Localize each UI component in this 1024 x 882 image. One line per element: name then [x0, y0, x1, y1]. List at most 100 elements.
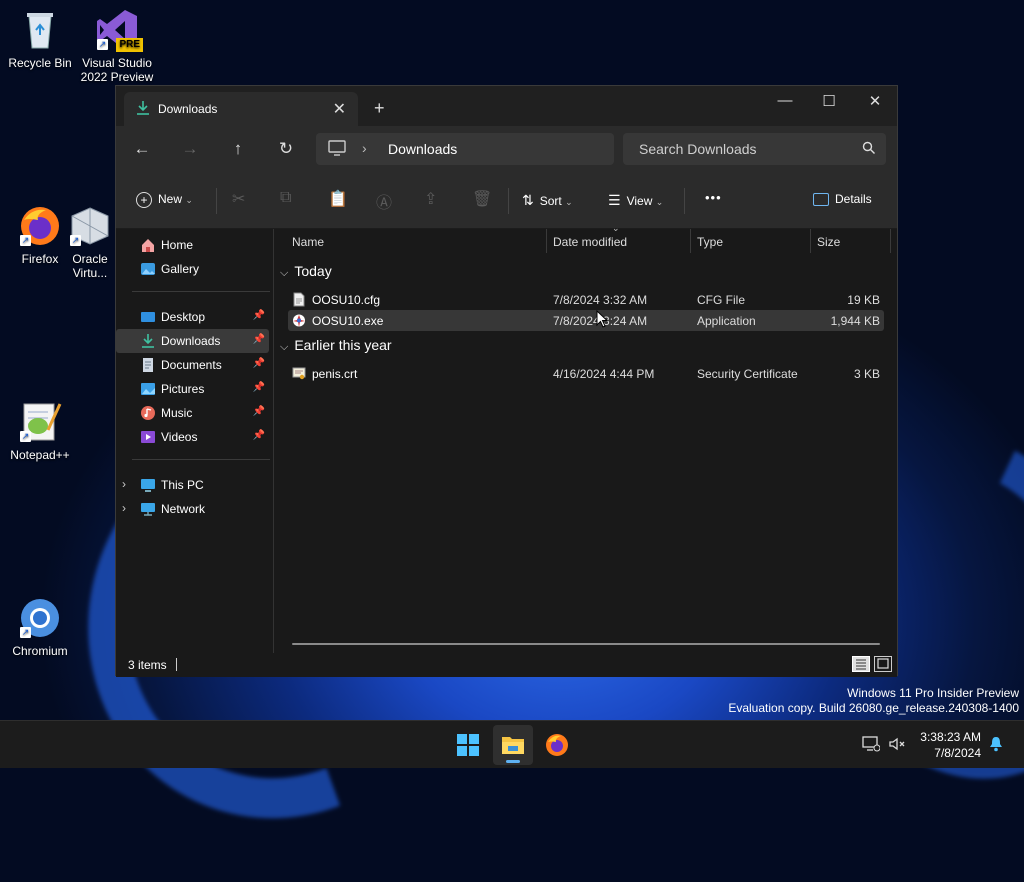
- chevron-down-icon: ⌄: [565, 197, 573, 207]
- details-view-button[interactable]: [852, 656, 870, 672]
- certificate-icon: [292, 366, 306, 381]
- forward-button[interactable]: →: [178, 139, 202, 159]
- column-separator[interactable]: [810, 229, 811, 253]
- up-button[interactable]: ↑: [226, 139, 250, 159]
- share-icon[interactable]: ⇪: [424, 189, 437, 209]
- file-row[interactable]: penis.crt 4/16/2024 4:44 PM Security Certi…: [288, 363, 884, 384]
- pin-icon[interactable]: 📌: [253, 310, 265, 321]
- column-separator[interactable]: [690, 229, 691, 253]
- shortcut-arrow-icon: ↗: [20, 431, 31, 442]
- group-header-earlier-this-year[interactable]: ⌵ Earlier this year: [280, 337, 392, 354]
- evaluation-watermark-line2: Evaluation copy. Build 26080.ge_release.…: [728, 701, 1019, 715]
- column-separator[interactable]: [890, 229, 891, 253]
- chevron-right-icon[interactable]: ›: [122, 477, 126, 491]
- desktop-icon-label: Notepad++: [10, 448, 70, 462]
- pin-icon[interactable]: 📌: [253, 430, 265, 441]
- tiles-view-button[interactable]: [874, 656, 892, 672]
- desktop-icon-label: Firefox: [21, 252, 59, 266]
- virtualbox-icon: ↗: [68, 204, 112, 248]
- rename-icon[interactable]: Ⓐ: [376, 189, 392, 213]
- desktop-icon-recycle-bin[interactable]: Recycle Bin: [0, 8, 80, 70]
- breadcrumb-location[interactable]: Downloads: [388, 141, 457, 157]
- visual-studio-icon: PRE ↗: [95, 8, 143, 52]
- file-explorer-icon: [501, 733, 525, 760]
- sidebar-item-music[interactable]: Music 📌: [116, 401, 269, 425]
- desktop-icon-oracle-virtualbox[interactable]: ↗ Oracle Virtu...: [60, 204, 120, 280]
- start-button[interactable]: [448, 725, 488, 765]
- navigation-pane: Home Gallery Desktop 📌 Downloads 📌 Docum…: [116, 229, 273, 653]
- view-icon: ☰: [608, 192, 621, 208]
- desktop-icon-visual-studio[interactable]: PRE ↗ Visual Studio 2022 Preview: [77, 8, 157, 84]
- pin-icon[interactable]: 📌: [253, 358, 265, 369]
- network-status-icon[interactable]: [862, 736, 881, 757]
- chevron-down-icon: ⌄: [185, 195, 193, 206]
- close-window-button[interactable]: ✕: [852, 92, 898, 110]
- sidebar-item-network[interactable]: › Network: [116, 497, 269, 521]
- file-name: penis.crt: [312, 367, 358, 381]
- system-clock[interactable]: 3:38:23 AM 7/8/2024: [920, 729, 981, 761]
- pin-icon[interactable]: 📌: [253, 334, 265, 345]
- clock-date: 7/8/2024: [934, 746, 981, 760]
- sidebar-item-desktop[interactable]: Desktop 📌: [116, 305, 269, 329]
- windows-logo-icon: [456, 733, 480, 762]
- group-header-today[interactable]: ⌵ Today: [280, 263, 332, 280]
- application-icon: [292, 313, 306, 328]
- download-icon: [136, 100, 150, 121]
- sort-button[interactable]: ⇅ Sort ⌄: [522, 192, 573, 209]
- desktop-icon-notepad-plus-plus[interactable]: ↗ Notepad++: [0, 400, 80, 462]
- column-header-name[interactable]: Name: [292, 235, 324, 249]
- column-header-date-modified[interactable]: Date modified: [553, 235, 627, 249]
- notification-bell-icon[interactable]: [988, 736, 1004, 757]
- sidebar-item-downloads[interactable]: Downloads 📌: [116, 329, 269, 353]
- sidebar-item-documents[interactable]: Documents 📌: [116, 353, 269, 377]
- column-header-type[interactable]: Type: [697, 235, 723, 249]
- taskbar-firefox[interactable]: [537, 725, 577, 765]
- view-label: View: [626, 194, 653, 208]
- more-options-button[interactable]: •••: [705, 190, 722, 205]
- sidebar-item-label: This PC: [161, 478, 204, 492]
- desktop-icon-label: Visual Studio 2022 Preview: [80, 56, 154, 84]
- view-button[interactable]: ☰ View ⌄: [608, 192, 663, 209]
- desktop-icon-chromium[interactable]: ↗ Chromium: [0, 596, 80, 658]
- minimize-button[interactable]: —: [762, 92, 808, 109]
- pin-icon[interactable]: 📌: [253, 406, 265, 417]
- speaker-muted-icon[interactable]: [888, 736, 906, 757]
- sidebar-item-this-pc[interactable]: › This PC: [116, 473, 269, 497]
- this-pc-icon: [328, 140, 346, 161]
- group-label: Earlier this year: [294, 337, 392, 353]
- new-tab-button[interactable]: +: [374, 98, 385, 119]
- paste-icon[interactable]: 📋: [328, 189, 348, 209]
- search-box[interactable]: Search Downloads: [623, 133, 886, 165]
- file-row[interactable]: OOSU10.exe 7/8/2024 3:24 AM Application 1,9…: [288, 310, 884, 331]
- sidebar-item-videos[interactable]: Videos 📌: [116, 425, 269, 449]
- new-label: New: [158, 192, 183, 207]
- address-bar[interactable]: › Downloads: [316, 133, 614, 165]
- back-button[interactable]: ←: [130, 139, 154, 159]
- navigation-bar: ← → ↑ ↻ › Downloads Search Downloads: [116, 126, 897, 174]
- divider: [132, 459, 270, 460]
- sidebar-item-home[interactable]: Home: [116, 233, 269, 257]
- pin-icon[interactable]: 📌: [253, 382, 265, 393]
- column-separator[interactable]: [546, 229, 547, 253]
- file-explorer-window: Downloads ✕ + — ☐ ✕ ← → ↑ ↻ › Downloads …: [115, 85, 898, 677]
- refresh-button[interactable]: ↻: [274, 139, 298, 159]
- music-icon: [140, 405, 156, 421]
- cut-icon[interactable]: ✂: [232, 189, 245, 209]
- new-button[interactable]: + New ⌄: [136, 192, 193, 208]
- maximize-button[interactable]: ☐: [806, 92, 852, 110]
- column-header-size[interactable]: Size: [817, 235, 840, 249]
- tab-downloads[interactable]: Downloads ✕: [124, 92, 358, 126]
- delete-icon[interactable]: 🗑: [472, 189, 492, 209]
- firefox-icon: [545, 733, 569, 762]
- breadcrumb-chevron-icon[interactable]: ›: [362, 140, 367, 156]
- file-row[interactable]: OOSU10.cfg 7/8/2024 3:32 AM CFG File 19 KB: [288, 289, 884, 310]
- close-tab-icon[interactable]: ✕: [333, 99, 346, 119]
- horizontal-scrollbar[interactable]: [292, 643, 880, 645]
- details-pane-button[interactable]: Details: [813, 192, 872, 207]
- sidebar-item-pictures[interactable]: Pictures 📌: [116, 377, 269, 401]
- sidebar-item-gallery[interactable]: Gallery: [116, 257, 269, 281]
- copy-icon[interactable]: ⧉: [280, 189, 291, 207]
- taskbar-file-explorer[interactable]: [493, 725, 533, 765]
- sort-indicator-icon: ⌄: [612, 223, 620, 233]
- chevron-right-icon[interactable]: ›: [122, 501, 126, 515]
